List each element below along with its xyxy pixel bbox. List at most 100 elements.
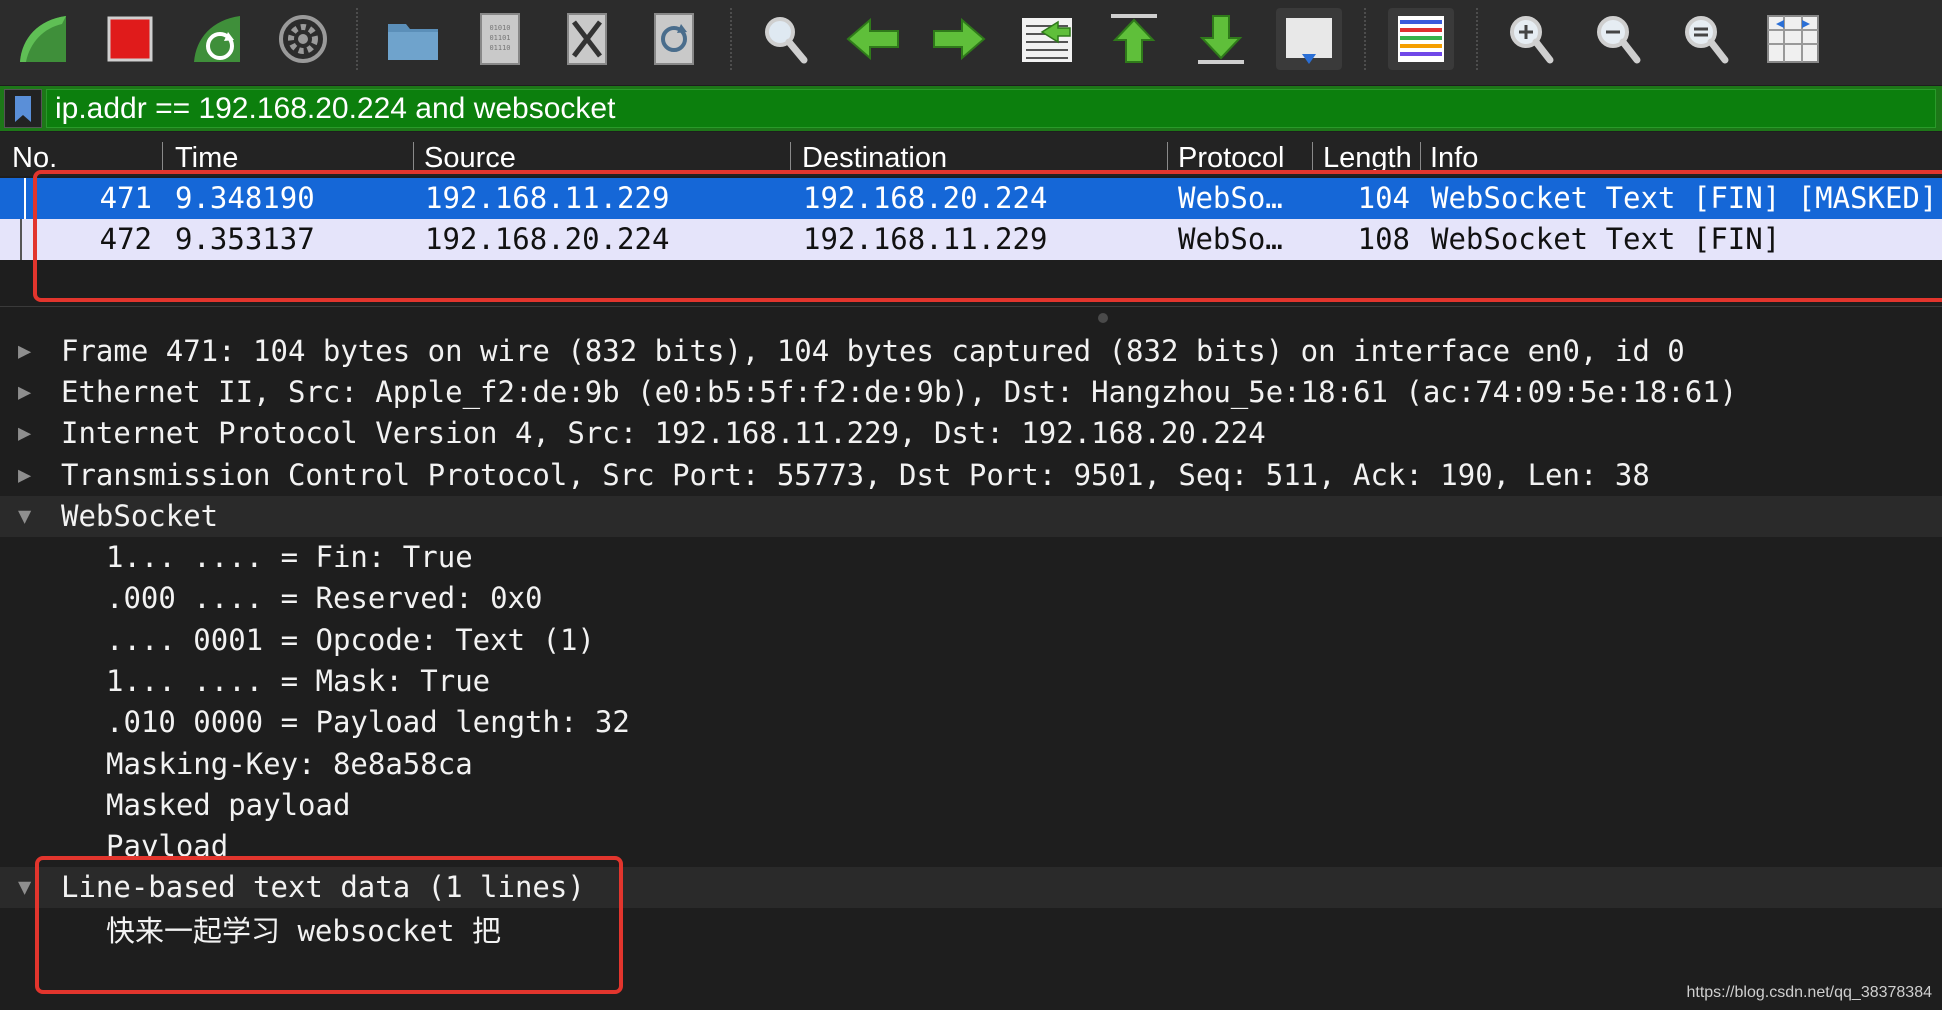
go-last-packet-button[interactable] [1188,8,1254,70]
column-divider[interactable] [162,142,163,170]
filter-bookmark-button[interactable] [4,89,42,128]
tree-item-field[interactable]: 1... .... = Fin: True [0,537,1942,578]
column-divider[interactable] [790,142,791,170]
tree-item-field[interactable]: .... 0001 = Opcode: Text (1) [0,620,1942,661]
colorize-button[interactable] [1388,8,1454,70]
svg-text:01010: 01010 [489,24,510,32]
packet-destination: 192.168.20.224 [803,181,1048,215]
go-back-icon [846,17,899,61]
column-header-source[interactable]: Source [424,141,784,175]
tree-item-field[interactable]: Masking-Key: 8e8a58ca [0,744,1942,785]
tree-item-field[interactable]: 1... .... = Mask: True [0,661,1942,702]
column-divider[interactable] [1312,142,1313,170]
tree-item-field[interactable]: .010 0000 = Payload length: 32 [0,702,1942,743]
tree-item-label: Internet Protocol Version 4, Src: 192.16… [61,416,1266,450]
packet-row-selected[interactable]: 471 9.348190 192.168.11.229 192.168.20.2… [0,178,1942,219]
column-header-time[interactable]: Time [175,141,405,175]
packet-list-header: No. Time Source Destination Protocol Len… [0,132,1942,176]
display-filter-input[interactable]: ip.addr == 192.168.20.224 and websocket [46,89,1936,128]
start-capture-icon [20,16,66,62]
stop-capture-icon [107,16,153,62]
column-header-length[interactable]: Length [1323,141,1415,175]
svg-text:01101: 01101 [489,34,510,42]
packet-time: 9.353137 [175,222,315,256]
main-toolbar: 01010 01101 01110 [0,0,1942,85]
tree-item-ethernet[interactable]: ▶ Ethernet II, Src: Apple_f2:de:9b (e0:b… [0,372,1942,413]
normal-size-button[interactable] [1673,8,1739,70]
colorize-icon [1398,16,1444,62]
packet-protocol: WebSo… [1178,222,1283,256]
capture-options-button[interactable] [270,8,336,70]
go-to-packet-icon [1022,18,1072,62]
tree-item-frame[interactable]: ▶ Frame 471: 104 bytes on wire (832 bits… [0,331,1942,372]
packet-info: WebSocket Text [FIN] [1431,222,1781,256]
column-header-protocol[interactable]: Protocol [1178,141,1310,175]
save-file-button[interactable]: 01010 01101 01110 [467,8,533,70]
find-packet-button[interactable] [752,8,818,70]
field-label: Masking-Key: 8e8a58ca [106,747,473,781]
tree-item-payload-text[interactable]: 快来一起学习 websocket 把 [0,911,1942,952]
tree-item-field[interactable]: .000 .... = Reserved: 0x0 [0,578,1942,619]
zoom-out-button[interactable] [1585,8,1651,70]
column-divider[interactable] [1167,142,1168,170]
go-forward-button[interactable] [926,8,992,70]
close-file-button[interactable] [554,8,620,70]
tree-item-field[interactable]: Masked payload [0,785,1942,826]
toolbar-separator [730,8,732,70]
tree-item-field[interactable]: Payload [0,826,1942,860]
tree-item-tcp[interactable]: ▶ Transmission Control Protocol, Src Por… [0,455,1942,496]
find-packet-icon [765,17,808,64]
restart-capture-icon [194,16,240,62]
field-label: Payload [106,829,229,860]
go-to-packet-button[interactable] [1014,8,1080,70]
restart-capture-button[interactable] [184,8,250,70]
open-file-icon [388,24,438,60]
packet-source: 192.168.11.229 [425,181,670,215]
packet-protocol: WebSo… [1178,181,1283,215]
go-first-packet-icon [1111,14,1157,63]
field-label: .010 0000 = Payload length: 32 [106,705,630,739]
display-filter-bar: ip.addr == 192.168.20.224 and websocket [0,86,1942,131]
zoom-in-button[interactable] [1498,8,1564,70]
zoom-out-icon [1597,16,1641,64]
svg-text:01110: 01110 [489,44,510,52]
column-header-info[interactable]: Info [1430,141,1730,175]
tree-item-ip[interactable]: ▶ Internet Protocol Version 4, Src: 192.… [0,413,1942,454]
packet-source: 192.168.20.224 [425,222,670,256]
open-file-button[interactable] [380,8,446,70]
column-header-destination[interactable]: Destination [802,141,1162,175]
packet-no: 471 [99,181,152,215]
start-capture-button[interactable] [10,8,76,70]
tree-item-line-based-text[interactable]: ▼ Line-based text data (1 lines) [0,867,1942,908]
resize-columns-icon [1767,15,1819,63]
expand-arrow-icon[interactable]: ▶ [18,372,38,413]
row-marker [24,178,26,219]
expand-arrow-icon[interactable]: ▶ [18,331,38,372]
resize-columns-button[interactable] [1760,8,1826,70]
column-divider[interactable] [1420,142,1421,170]
go-first-packet-button[interactable] [1101,8,1167,70]
field-label: Masked payload [106,788,351,822]
row-marker [20,219,22,260]
field-label: 1... .... = Fin: True [106,540,473,574]
tree-item-websocket[interactable]: ▼ WebSocket [0,496,1942,537]
expand-arrow-icon[interactable]: ▶ [18,413,38,454]
packet-destination: 192.168.11.229 [803,222,1048,256]
pane-splitter[interactable] [0,306,1942,331]
collapse-arrow-icon[interactable]: ▼ [18,867,38,908]
collapse-arrow-icon[interactable]: ▼ [18,496,38,537]
auto-scroll-button[interactable] [1276,8,1342,70]
splitter-handle[interactable] [1098,313,1108,323]
field-label: 1... .... = Mask: True [106,664,491,698]
reload-file-button[interactable] [641,8,707,70]
column-divider[interactable] [413,142,414,170]
packet-row[interactable]: 472 9.353137 192.168.20.224 192.168.11.2… [0,219,1942,260]
watermark-text: https://blog.csdn.net/qq_38378384 [1686,984,1932,1001]
bookmark-icon [15,95,31,122]
stop-capture-button[interactable] [97,8,163,70]
go-back-button[interactable] [840,8,906,70]
expand-arrow-icon[interactable]: ▶ [18,455,38,496]
column-header-no[interactable]: No. [12,141,152,175]
field-label: .000 .... = Reserved: 0x0 [106,581,543,615]
tree-item-label: Ethernet II, Src: Apple_f2:de:9b (e0:b5:… [61,375,1738,409]
